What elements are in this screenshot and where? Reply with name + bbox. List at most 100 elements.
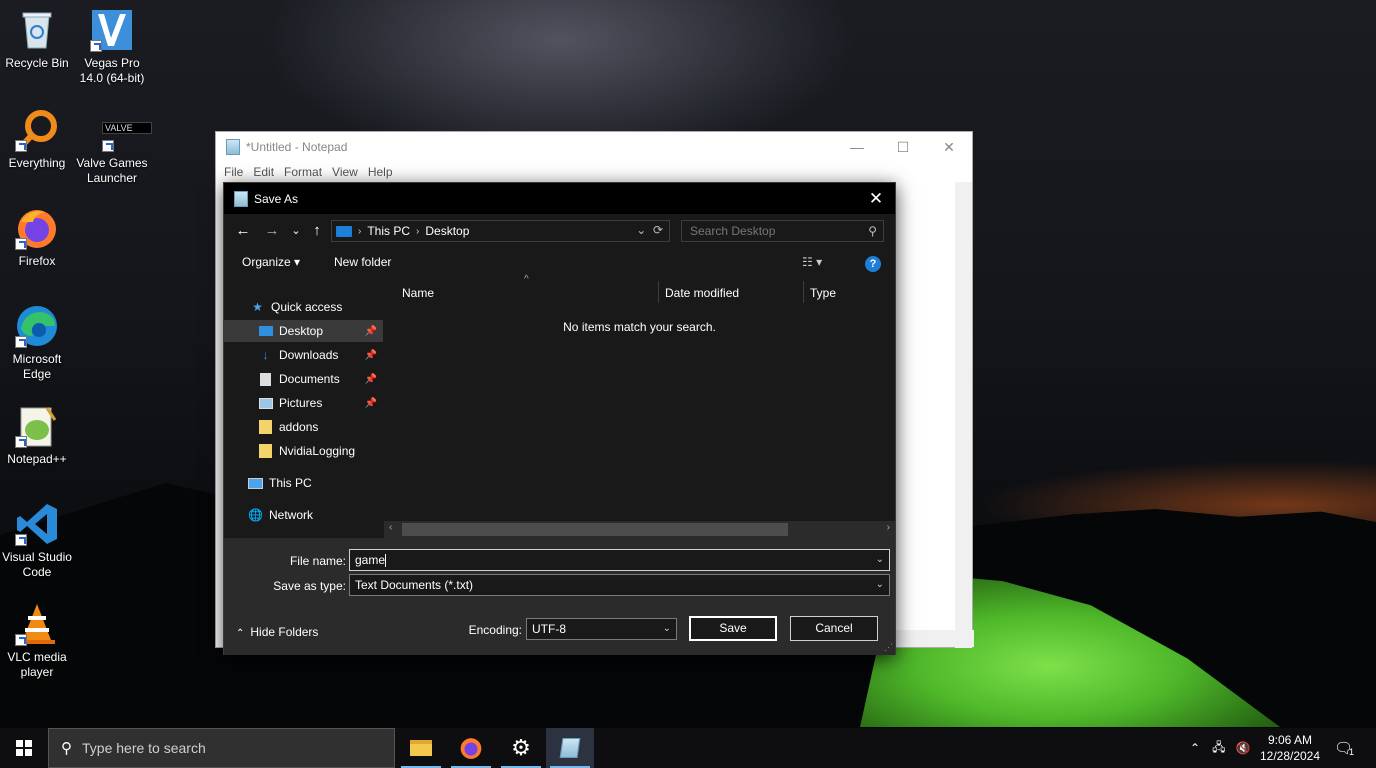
- forward-arrow-icon[interactable]: →: [262, 220, 282, 242]
- desktop-icon-valve-games[interactable]: VALVE Valve Games Launcher: [75, 108, 152, 186]
- show-hidden-icons-chevron-icon[interactable]: ⌃: [1190, 741, 1200, 755]
- computer-icon: [248, 477, 263, 490]
- taskbar: ⚲ Type here to search ⚙ ⌃ 🖧 🔇 9:06 AM 12…: [0, 728, 1376, 768]
- column-name[interactable]: Name: [402, 286, 434, 300]
- nav-item-label: NvidiaLogging: [279, 444, 356, 458]
- documents-icon: [258, 372, 273, 386]
- start-button[interactable]: [0, 728, 48, 768]
- new-folder-button[interactable]: New folder: [334, 255, 391, 269]
- dialog-title-bar[interactable]: Save As: [224, 183, 895, 214]
- desktop-icon-recycle-bin[interactable]: Recycle Bin: [0, 8, 74, 71]
- organize-button[interactable]: Organize ▾: [242, 255, 300, 269]
- dialog-close-button[interactable]: ✕: [863, 187, 889, 211]
- resize-grip-icon[interactable]: ⋰: [884, 642, 893, 653]
- desktop-folder-icon: [258, 325, 273, 338]
- desktop-icon-vlc[interactable]: VLC media player: [0, 602, 74, 680]
- column-date-modified[interactable]: Date modified: [665, 286, 739, 300]
- clock-time: 9:06 AM: [1267, 733, 1313, 747]
- horizontal-scrollbar[interactable]: ‹ ›: [384, 521, 895, 538]
- chevron-down-icon[interactable]: ⌄: [876, 550, 884, 570]
- hide-folders-button[interactable]: ⌃ Hide Folders: [236, 625, 318, 639]
- taskbar-file-explorer[interactable]: [397, 728, 445, 768]
- pin-icon: 📌: [364, 349, 377, 361]
- desktop-icon-label: Notepad++: [7, 452, 67, 466]
- nav-item-downloads[interactable]: ↓ Downloads 📌: [224, 344, 383, 366]
- nav-item-network[interactable]: 🌐 Network: [224, 504, 383, 526]
- chevron-down-icon[interactable]: ⌄: [663, 619, 671, 639]
- hide-folders-label: Hide Folders: [250, 625, 319, 639]
- notification-center-button[interactable]: 🗨 1: [1334, 728, 1354, 768]
- scroll-thumb[interactable]: [402, 523, 788, 536]
- taskbar-search-box[interactable]: ⚲ Type here to search: [48, 728, 395, 768]
- menu-view[interactable]: View: [330, 162, 366, 182]
- desktop-icon-vscode[interactable]: Visual Studio Code: [0, 502, 74, 580]
- desktop-icon-vegas-pro[interactable]: Vegas Pro 14.0 (64-bit): [75, 8, 149, 86]
- help-icon[interactable]: ?: [865, 256, 881, 272]
- chevron-down-icon[interactable]: ⌄: [876, 575, 884, 595]
- notepad-vertical-scrollbar[interactable]: [955, 182, 972, 648]
- address-bar[interactable]: › This PC › Desktop ⌄ ⟳: [331, 220, 670, 242]
- scroll-left-icon[interactable]: ‹: [389, 522, 392, 533]
- nav-item-label: addons: [279, 420, 319, 434]
- desktop-icon-notepad-plus-plus[interactable]: Notepad++: [0, 404, 74, 467]
- clock-date: 12/28/2024: [1259, 749, 1321, 763]
- breadcrumb-this-pc[interactable]: This PC: [367, 224, 410, 238]
- minimize-button[interactable]: —: [834, 136, 880, 158]
- recycle-bin-icon: [15, 8, 59, 52]
- nav-item-nvidialogging[interactable]: NvidiaLogging: [224, 440, 383, 462]
- maximize-button[interactable]: ☐: [880, 136, 926, 158]
- pin-icon: 📌: [364, 397, 377, 409]
- view-options-icon[interactable]: ☷ ▾: [802, 255, 822, 269]
- desktop-icon-firefox[interactable]: Firefox: [0, 206, 74, 269]
- cancel-button[interactable]: Cancel: [790, 616, 878, 641]
- navigation-pane: ★ Quick access Desktop 📌 ↓ Downloads 📌 D…: [224, 279, 383, 538]
- pin-icon: 📌: [364, 325, 377, 337]
- menu-help[interactable]: Help: [366, 162, 401, 182]
- encoding-value: UTF-8: [532, 622, 566, 636]
- network-icon[interactable]: 🖧: [1212, 738, 1225, 759]
- address-row: ← → ⌄ ↑ › This PC › Desktop ⌄ ⟳ Search D…: [224, 218, 895, 244]
- menu-file[interactable]: File: [222, 162, 251, 182]
- back-arrow-icon[interactable]: ←: [233, 220, 253, 242]
- nav-item-quick-access[interactable]: ★ Quick access: [224, 296, 383, 318]
- recent-locations-chevron-icon[interactable]: ⌄: [286, 220, 306, 242]
- file-name-input[interactable]: game ⌄: [349, 549, 890, 571]
- menu-format[interactable]: Format: [282, 162, 330, 182]
- taskbar-settings[interactable]: ⚙: [497, 728, 545, 768]
- desktop-icon-everything[interactable]: Everything: [0, 108, 74, 171]
- nav-item-this-pc[interactable]: This PC: [224, 472, 383, 494]
- folder-icon: [258, 420, 273, 434]
- nav-item-pictures[interactable]: Pictures 📌: [224, 392, 383, 414]
- close-button[interactable]: ✕: [926, 136, 972, 158]
- up-arrow-icon[interactable]: ↑: [307, 220, 327, 242]
- search-input[interactable]: Search Desktop ⚲: [681, 220, 884, 242]
- notepad-horizontal-scrollbar[interactable]: [896, 630, 974, 647]
- desktop-icon-label: Visual Studio Code: [2, 550, 72, 579]
- save-options-panel: File name: game ⌄ Save as type: Text Doc…: [224, 538, 895, 655]
- save-button[interactable]: Save: [689, 616, 777, 641]
- desktop-icon-label: Valve Games Launcher: [76, 156, 148, 185]
- column-divider[interactable]: [658, 281, 659, 303]
- column-type[interactable]: Type: [810, 286, 836, 300]
- save-as-type-select[interactable]: Text Documents (*.txt) ⌄: [349, 574, 890, 596]
- taskbar-clock[interactable]: 9:06 AM 12/28/2024: [1254, 732, 1326, 764]
- nav-item-documents[interactable]: Documents 📌: [224, 368, 383, 390]
- file-name-value: game: [355, 553, 386, 567]
- address-dropdown-refresh[interactable]: ⌄ ⟳: [636, 223, 663, 237]
- edge-icon: [15, 304, 59, 348]
- notepad-menu-bar: File Edit Format View Help: [216, 162, 972, 182]
- scroll-right-icon[interactable]: ›: [887, 522, 890, 533]
- volume-muted-icon[interactable]: 🔇: [1235, 741, 1250, 755]
- nav-item-addons[interactable]: addons: [224, 416, 383, 438]
- column-divider[interactable]: [803, 281, 804, 303]
- encoding-select[interactable]: UTF-8 ⌄: [526, 618, 677, 640]
- nav-item-desktop[interactable]: Desktop 📌: [224, 320, 383, 342]
- desktop-icon-edge[interactable]: Microsoft Edge: [0, 304, 74, 382]
- taskbar-notepad[interactable]: [546, 728, 594, 768]
- desktop-icon-label: Recycle Bin: [5, 56, 69, 70]
- shortcut-arrow-icon: [15, 634, 27, 646]
- breadcrumb-separator-icon: ›: [416, 225, 420, 237]
- taskbar-firefox[interactable]: [447, 728, 495, 768]
- menu-edit[interactable]: Edit: [251, 162, 282, 182]
- breadcrumb-desktop[interactable]: Desktop: [425, 224, 469, 238]
